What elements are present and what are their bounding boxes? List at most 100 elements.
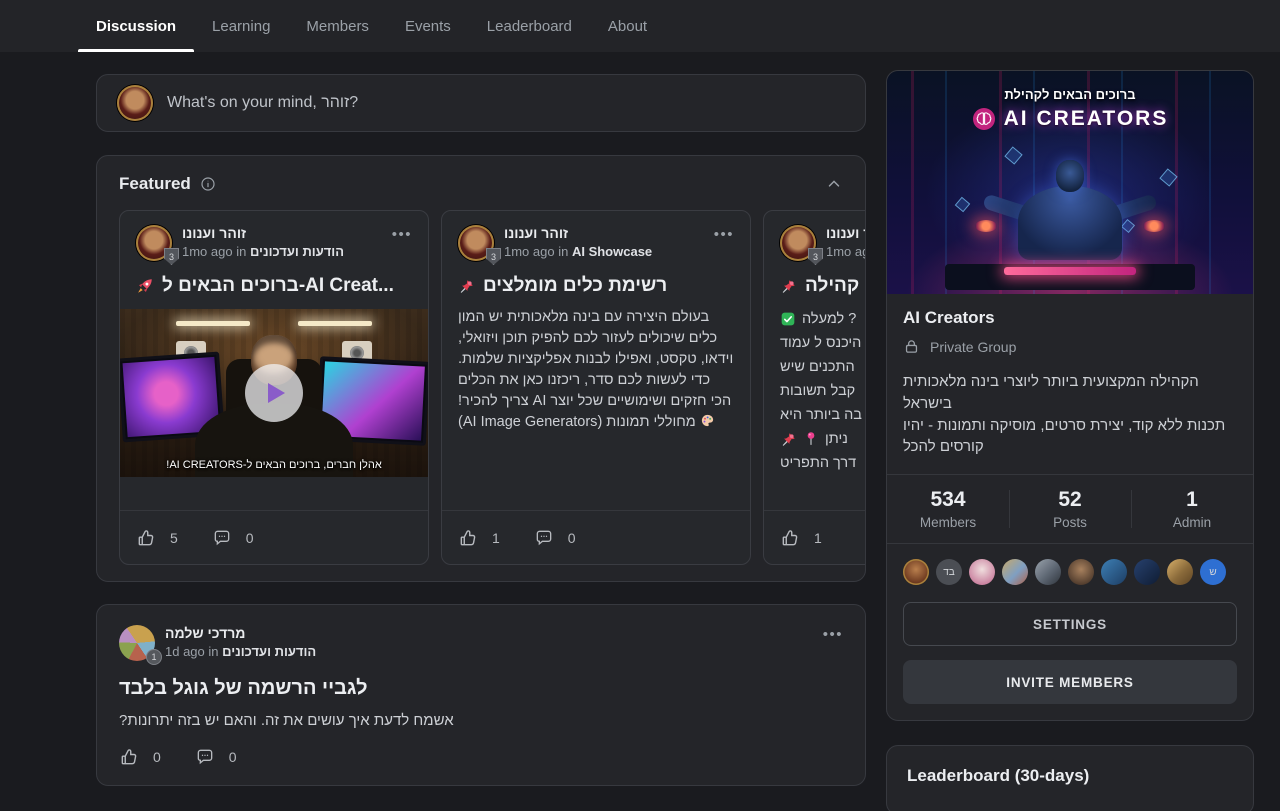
leaderboard-title: Leaderboard (30-days) bbox=[907, 766, 1233, 786]
play-button[interactable] bbox=[245, 364, 303, 422]
group-name: AI Creators bbox=[903, 308, 1237, 328]
like-control[interactable]: 5 bbox=[136, 528, 178, 548]
roundpin-icon bbox=[803, 431, 819, 447]
space-link[interactable]: AI Showcase bbox=[572, 244, 652, 259]
author-name[interactable]: זוהר וענונו bbox=[826, 225, 865, 241]
member-avatar[interactable] bbox=[1002, 559, 1028, 585]
banner-title-row: AI CREATORS bbox=[887, 107, 1253, 131]
invite-members-button[interactable]: INVITE MEMBERS bbox=[903, 660, 1237, 704]
studio-light bbox=[176, 321, 250, 326]
tab-about[interactable]: About bbox=[590, 0, 665, 52]
stat-members: 534 Members bbox=[887, 488, 1009, 530]
featured-cards-row[interactable]: 3 זוהר וענונו 1mo ago in הודעות ועדכונים… bbox=[97, 210, 865, 565]
avatar[interactable]: 3 bbox=[780, 225, 816, 261]
post-menu-icon[interactable]: ••• bbox=[392, 225, 412, 242]
post-meta: 1mo ago in bbox=[826, 244, 865, 259]
rocket-icon bbox=[136, 277, 154, 295]
group-banner-image[interactable]: ברוכים הבאים לקהילת AI CREATORS bbox=[887, 71, 1253, 294]
community-page: DiscussionLearningMembersEventsLeaderboa… bbox=[0, 0, 1280, 811]
stat-value: 534 bbox=[887, 488, 1009, 512]
avatar[interactable]: 1 bbox=[119, 625, 155, 661]
post-title[interactable]: קהילה bbox=[764, 275, 865, 297]
info-icon[interactable] bbox=[200, 176, 216, 192]
featured-section: Featured 3 bbox=[96, 155, 866, 582]
group-description: הקהילה המקצועית ביותר ליוצרי בינה מלאכות… bbox=[903, 371, 1237, 458]
comment-control[interactable]: 0 bbox=[212, 528, 254, 548]
feed-post[interactable]: 1 מרדכי שלמה 1d ago in הודעות ועדכונים •… bbox=[96, 604, 866, 786]
body-line: ניתן bbox=[780, 427, 865, 451]
stat-admin: 1 Admin bbox=[1131, 488, 1253, 530]
level-badge: 3 bbox=[164, 248, 179, 265]
comment-control[interactable]: 0 bbox=[534, 528, 576, 548]
author-name[interactable]: מרדכי שלמה bbox=[165, 625, 316, 641]
member-avatar[interactable] bbox=[1167, 559, 1193, 585]
stat-value: 52 bbox=[1009, 488, 1131, 512]
post-title[interactable]: רשימת כלים מומלצים bbox=[442, 275, 750, 297]
thumbs-up-icon bbox=[780, 528, 800, 548]
tab-discussion[interactable]: Discussion bbox=[78, 0, 194, 52]
author-name[interactable]: זוהר וענונו bbox=[504, 225, 652, 241]
like-count: 1 bbox=[814, 530, 822, 546]
post-title[interactable]: לגביי הרשמה של גוגל בלבד bbox=[119, 677, 843, 700]
like-control[interactable]: 1 bbox=[780, 528, 822, 548]
studio-light bbox=[298, 321, 372, 326]
level-badge: 3 bbox=[808, 248, 823, 265]
stat-label: Admin bbox=[1131, 515, 1253, 530]
featured-card-tools[interactable]: 3 זוהר וענונו 1mo ago in AI Showcase •••… bbox=[441, 210, 751, 565]
member-avatar[interactable] bbox=[1101, 559, 1127, 585]
body-line: היכנס ל עמוד bbox=[780, 331, 865, 355]
stat-value: 1 bbox=[1131, 488, 1253, 512]
post-body: אשמח לדעת איך עושים את זה. והאם יש בזה י… bbox=[119, 712, 843, 729]
post-title[interactable]: ברוכים הבאים ל-AI Creat... bbox=[120, 275, 428, 297]
featured-card-community[interactable]: 3 זוהר וענונו 1mo ago in קהילה למעלה ?הי… bbox=[763, 210, 865, 565]
palette-icon bbox=[700, 414, 715, 430]
avatar[interactable]: 3 bbox=[136, 225, 172, 261]
space-link[interactable]: הודעות ועדכונים bbox=[250, 244, 344, 259]
group-sidebar: ברוכים הבאים לקהילת AI CREATORS AI Creat… bbox=[886, 70, 1254, 811]
banner-keyboard bbox=[945, 264, 1195, 290]
post-menu-icon[interactable]: ••• bbox=[823, 625, 843, 642]
post-menu-icon[interactable]: ••• bbox=[714, 225, 734, 242]
member-avatar[interactable] bbox=[969, 559, 995, 585]
stat-label: Members bbox=[887, 515, 1009, 530]
settings-button[interactable]: SETTINGS bbox=[903, 602, 1237, 646]
body-line: קבל תשובות bbox=[780, 379, 865, 403]
composer-prompt[interactable]: What's on your mind, זוהר? bbox=[167, 94, 358, 112]
body-line: בה ביותר היא bbox=[780, 403, 865, 427]
thumbs-up-icon bbox=[136, 528, 156, 548]
group-info-card: ברוכים הבאים לקהילת AI CREATORS AI Creat… bbox=[886, 70, 1254, 721]
tab-learning[interactable]: Learning bbox=[194, 0, 288, 52]
member-avatars-row[interactable]: בד ש bbox=[903, 559, 1237, 585]
member-avatar[interactable]: ש bbox=[1200, 559, 1226, 585]
post-body: בעולם היצירה עם בינה מלאכותית יש המון כל… bbox=[442, 307, 750, 433]
like-control[interactable]: 0 bbox=[119, 747, 161, 767]
video-thumbnail[interactable]: אהלן חברים, ברוכים הבאים ל-AI CREATORS! bbox=[120, 309, 428, 477]
member-avatar[interactable] bbox=[1134, 559, 1160, 585]
tab-events[interactable]: Events bbox=[387, 0, 469, 52]
stat-posts: 52 Posts bbox=[1009, 488, 1131, 530]
member-avatar[interactable] bbox=[903, 559, 929, 585]
like-count: 5 bbox=[170, 530, 178, 546]
stat-label: Posts bbox=[1009, 515, 1131, 530]
like-control[interactable]: 1 bbox=[458, 528, 500, 548]
author-name[interactable]: זוהר וענונו bbox=[182, 225, 344, 241]
space-link[interactable]: הודעות ועדכונים bbox=[222, 644, 316, 659]
tab-leaderboard[interactable]: Leaderboard bbox=[469, 0, 590, 52]
comment-icon bbox=[534, 528, 554, 548]
collapse-chevron-up-icon[interactable] bbox=[825, 175, 843, 193]
pushpin-icon bbox=[458, 278, 475, 295]
tab-members[interactable]: Members bbox=[288, 0, 387, 52]
comment-count: 0 bbox=[246, 530, 254, 546]
avatar[interactable]: 3 bbox=[458, 225, 494, 261]
thumbs-up-icon bbox=[458, 528, 478, 548]
comment-control[interactable]: 0 bbox=[195, 747, 237, 767]
feed-column: What's on your mind, זוהר? Featured bbox=[96, 74, 866, 786]
member-avatar[interactable] bbox=[1068, 559, 1094, 585]
featured-card-welcome[interactable]: 3 זוהר וענונו 1mo ago in הודעות ועדכונים… bbox=[119, 210, 429, 565]
member-avatar[interactable]: בד bbox=[936, 559, 962, 585]
like-count: 1 bbox=[492, 530, 500, 546]
member-avatar[interactable] bbox=[1035, 559, 1061, 585]
banner-person bbox=[975, 160, 1165, 280]
body-line: דרך התפריט bbox=[780, 451, 865, 475]
post-composer[interactable]: What's on your mind, זוהר? bbox=[96, 74, 866, 132]
